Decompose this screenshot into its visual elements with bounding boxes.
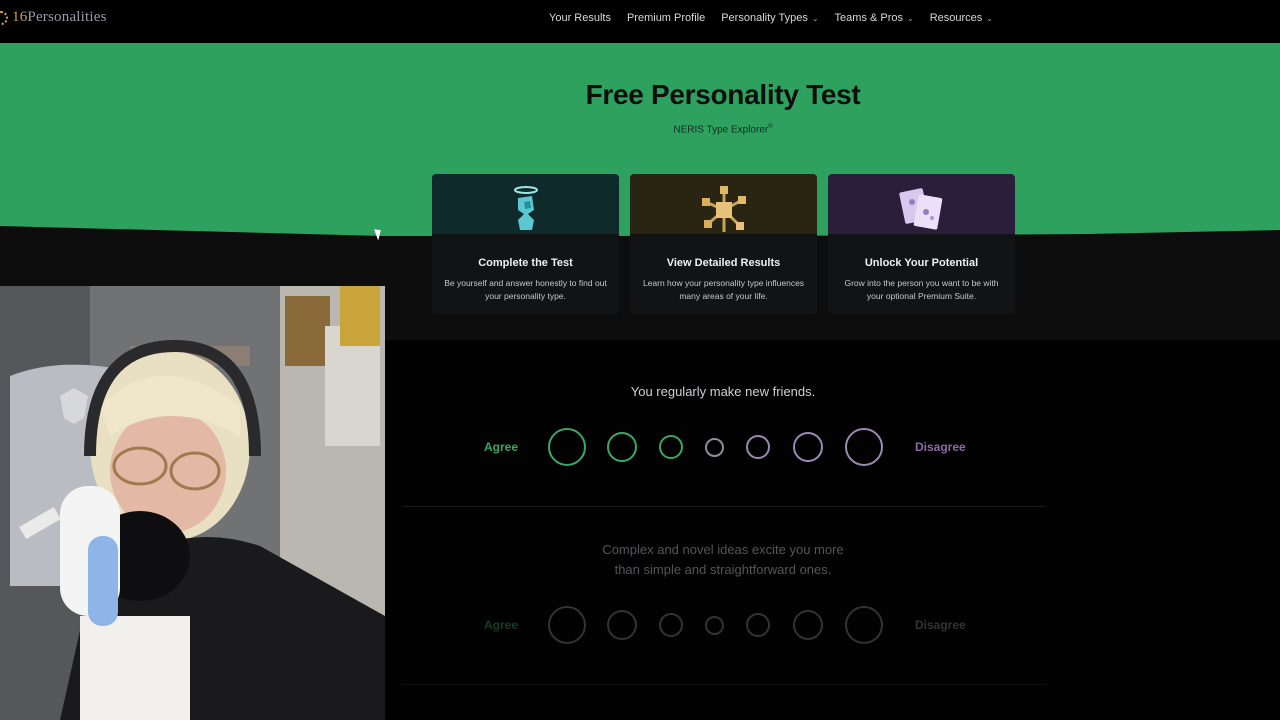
brand-logo[interactable]: 16Personalities xyxy=(0,9,107,26)
figure-halo-icon xyxy=(432,184,619,236)
chevron-down-icon: ⌄ xyxy=(986,13,993,23)
question-divider xyxy=(402,506,1046,507)
answer-option-6[interactable] xyxy=(793,610,823,640)
disagree-label: Disagree xyxy=(915,618,966,632)
card-unlock-potential: Unlock Your Potential Grow into the pers… xyxy=(828,174,1015,314)
molecule-icon xyxy=(630,184,817,236)
question-text: You regularly make new friends. xyxy=(630,384,816,399)
answer-option-3[interactable] xyxy=(659,613,683,637)
card-view-results: View Detailed Results Learn how your per… xyxy=(630,174,817,314)
nav-personality-types[interactable]: Personality Types ⌄ xyxy=(721,12,818,24)
answer-option-5[interactable] xyxy=(746,613,770,637)
webcam-image xyxy=(0,286,385,720)
disagree-label: Disagree xyxy=(915,440,966,454)
card-title: View Detailed Results xyxy=(666,257,781,269)
answer-option-5[interactable] xyxy=(746,435,770,459)
logo-mark-icon xyxy=(0,10,8,25)
card-text: Learn how your personality type influenc… xyxy=(642,278,805,301)
brand-name: 16Personalities xyxy=(12,9,107,25)
chevron-down-icon: ⌄ xyxy=(811,13,819,23)
chevron-down-icon: ⌄ xyxy=(907,13,914,23)
card-title: Unlock Your Potential xyxy=(864,257,979,269)
answer-option-2[interactable] xyxy=(607,432,637,462)
answer-option-4[interactable] xyxy=(705,615,724,635)
card-text: Be yourself and answer honestly to find … xyxy=(444,278,607,301)
card-text: Grow into the person you want to be with… xyxy=(844,278,999,301)
question-text: Complex and novel ideas excite you more … xyxy=(602,542,844,577)
page-title: Free Personality Test xyxy=(585,79,861,110)
agree-label: Agree xyxy=(484,618,519,632)
answer-option-2[interactable] xyxy=(607,610,637,640)
question-divider xyxy=(402,684,1046,685)
page-subtitle: NERIS Type Explorer® xyxy=(673,124,773,136)
card-complete-test: Complete the Test Be yourself and answer… xyxy=(432,174,619,314)
answer-option-6[interactable] xyxy=(793,432,823,462)
answer-option-7[interactable] xyxy=(845,428,883,466)
answer-scale: Agree Disagree xyxy=(484,428,966,466)
cards-icon xyxy=(828,184,1015,236)
card-title: Complete the Test xyxy=(478,257,573,269)
webcam-overlay xyxy=(0,286,385,720)
nav-teams-pros[interactable]: Teams & Pros ⌄ xyxy=(835,12,914,24)
agree-label: Agree xyxy=(484,440,519,454)
nav-your-results[interactable]: Your Results xyxy=(549,12,611,24)
page: 16Personalities Your Results Premium Pro… xyxy=(0,0,1280,720)
answer-option-4[interactable] xyxy=(705,437,724,457)
nav-resources[interactable]: Resources ⌄ xyxy=(930,12,993,24)
answer-option-1[interactable] xyxy=(548,428,586,466)
answer-option-7[interactable] xyxy=(845,606,883,644)
nav-links: Your Results Premium Profile Personality… xyxy=(549,12,993,24)
nav-premium-profile[interactable]: Premium Profile xyxy=(627,12,705,24)
top-nav: 16Personalities Your Results Premium Pro… xyxy=(0,0,1280,43)
answer-option-3[interactable] xyxy=(659,435,683,459)
answer-scale: Agree Disagree xyxy=(484,606,966,644)
answer-option-1[interactable] xyxy=(548,606,586,644)
feature-cards: Complete the Test Be yourself and answer… xyxy=(432,174,1015,314)
